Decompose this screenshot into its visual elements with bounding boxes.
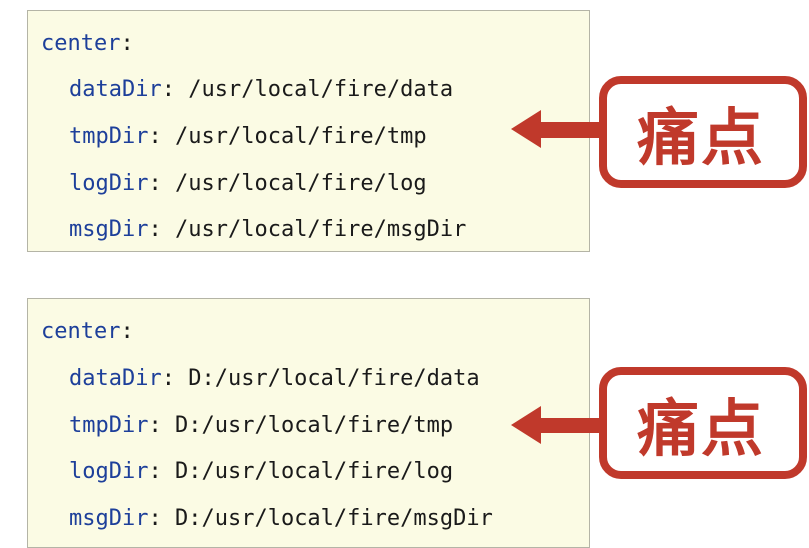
code-line-msgdir: msgDir: D:/usr/local/fire/msgDir — [69, 506, 493, 531]
config-value: /usr/local/fire/log — [174, 171, 427, 196]
config-value: /usr/local/fire/tmp — [174, 124, 427, 149]
config-key: msgDir — [69, 506, 149, 531]
config-key: tmpDir — [69, 124, 149, 149]
config-value: D:/usr/local/fire/log — [174, 459, 454, 484]
pain-point-callout-1: 痛点 — [511, 76, 809, 188]
code-line-logdir: logDir: D:/usr/local/fire/log — [69, 459, 454, 484]
config-key: dataDir — [69, 77, 162, 102]
config-key: msgDir — [69, 217, 149, 242]
root-key: center — [41, 319, 121, 344]
pain-point-callout-2: 痛点 — [511, 367, 809, 479]
config-key: logDir — [69, 171, 149, 196]
config-value: D:/usr/local/fire/data — [188, 366, 480, 391]
code-block-1: center: dataDir: /usr/local/fire/data tm… — [27, 10, 590, 252]
config-key: logDir — [69, 459, 149, 484]
config-value: /usr/local/fire/msgDir — [174, 217, 467, 242]
code-line-msgdir: msgDir: /usr/local/fire/msgDir — [69, 217, 467, 242]
config-value: /usr/local/fire/data — [188, 77, 454, 102]
config-value: D:/usr/local/fire/tmp — [174, 413, 454, 438]
callout-label: 痛点 — [636, 101, 765, 174]
callout-label: 痛点 — [636, 392, 765, 465]
code-line-root: center: — [41, 319, 134, 344]
code-block-2: center: dataDir: D:/usr/local/fire/data … — [27, 298, 590, 548]
code-line-tmpdir: tmpDir: D:/usr/local/fire/tmp — [69, 413, 454, 438]
left-arrow-icon — [511, 110, 607, 148]
left-arrow-icon — [511, 406, 607, 444]
config-value: D:/usr/local/fire/msgDir — [174, 506, 493, 531]
code-line-logdir: logDir: /usr/local/fire/log — [69, 171, 427, 196]
config-key: tmpDir — [69, 413, 149, 438]
code-line-datadir: dataDir: D:/usr/local/fire/data — [69, 366, 480, 391]
config-key: dataDir — [69, 366, 162, 391]
code-line-root: center: — [41, 31, 134, 56]
code-line-tmpdir: tmpDir: /usr/local/fire/tmp — [69, 124, 427, 149]
code-line-datadir: dataDir: /usr/local/fire/data — [69, 77, 454, 102]
root-key: center — [41, 31, 121, 56]
